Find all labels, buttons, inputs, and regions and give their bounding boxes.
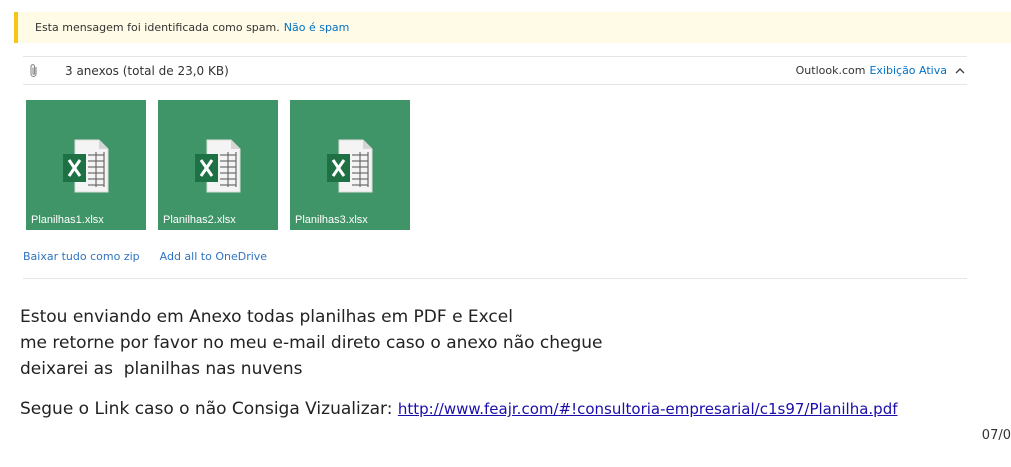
body-line: deixarei as planilhas nas nuvens [20,359,303,379]
attachment-tiles: Planilhas1.xlsx Planilhas2.xlsx Planilha… [26,100,410,230]
divider [23,278,967,279]
download-zip-link[interactable]: Baixar tudo como zip [23,250,140,263]
attachments-header: 3 anexos (total de 23,0 KB) Outlook.com … [23,56,967,85]
spam-notice-text: Esta mensagem foi identificada como spam… [35,21,280,34]
message-body: Estou enviando em Anexo todas planilhas … [20,304,603,382]
attachment-tile[interactable]: Planilhas3.xlsx [290,100,410,230]
spam-notice-bar: Esta mensagem foi identificada como spam… [14,12,1011,43]
chevron-up-icon[interactable] [953,64,967,78]
attachments-view-controls: Outlook.com Exibição Ativa [796,64,967,78]
attachment-file-name: Planilhas3.xlsx [295,214,368,226]
add-onedrive-link[interactable]: Add all to OneDrive [160,250,267,263]
link-prefix-text: Segue o Link caso o não Consiga Vizualiz… [20,399,398,419]
attachment-actions: Baixar tudo como zip Add all to OneDrive [23,250,267,263]
body-line: me retorne por favor no meu e-mail diret… [20,333,603,353]
paperclip-icon [25,62,43,80]
not-spam-link[interactable]: Não é spam [284,21,350,34]
attachment-file-name: Planilhas1.xlsx [31,214,104,226]
attachment-tile[interactable]: Planilhas1.xlsx [26,100,146,230]
excel-file-icon [327,139,373,193]
attachment-file-name: Planilhas2.xlsx [163,214,236,226]
message-link-line: Segue o Link caso o não Consiga Vizualiz… [20,397,898,421]
message-date: 07/0 [981,428,1011,443]
attachments-count: 3 anexos (total de 23,0 KB) [65,63,229,78]
attachment-tile[interactable]: Planilhas2.xlsx [158,100,278,230]
excel-file-icon [63,139,109,193]
active-view-link[interactable]: Exibição Ativa [869,64,947,77]
excel-file-icon [195,139,241,193]
outlook-brand-label: Outlook.com [795,64,866,77]
planilha-pdf-link[interactable]: http://www.feajr.com/#!consultoria-empre… [398,400,898,418]
body-line: Estou enviando em Anexo todas planilhas … [20,307,513,327]
